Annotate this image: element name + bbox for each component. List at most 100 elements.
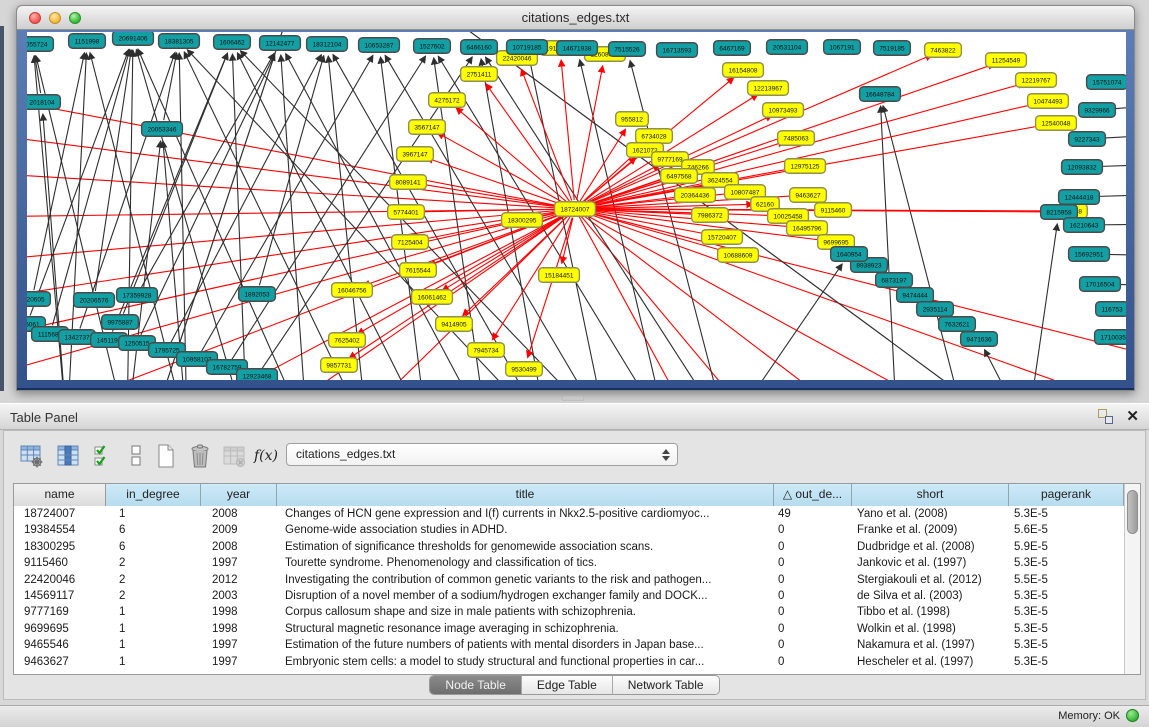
graph-node[interactable]: 1151998	[69, 34, 106, 49]
graph-node[interactable]: 16713593	[657, 43, 698, 58]
graph-node[interactable]: 1892053	[239, 287, 276, 302]
graph-node[interactable]: 7625402	[329, 333, 366, 348]
window-titlebar[interactable]: citations_edges.txt	[17, 6, 1134, 30]
graph-node[interactable]: 10719185	[507, 40, 548, 55]
graph-node[interactable]: 7515526	[609, 42, 646, 57]
memory-status[interactable]: Memory: OK	[1058, 709, 1139, 722]
table-row[interactable]: 1938455462009Genome-wide association stu…	[14, 522, 1124, 538]
graph-node[interactable]: 1640954	[831, 247, 868, 262]
graph-node[interactable]: 6497568	[661, 169, 698, 184]
graph-node[interactable]: 12213967	[748, 81, 789, 96]
table-row[interactable]: 2242004622012Investigating the contribut…	[14, 572, 1124, 588]
graph-node[interactable]: 6734028	[636, 129, 673, 144]
graph-node[interactable]: 116753	[1096, 302, 1126, 317]
tab-network-table[interactable]: Network Table	[613, 676, 719, 694]
graph-node[interactable]: 9414905	[436, 317, 473, 332]
graph-node[interactable]: 20531104	[767, 40, 808, 55]
column-header-in_degree[interactable]: in_degree	[106, 484, 201, 506]
graph-node[interactable]: 16061462	[412, 290, 453, 305]
close-panel-icon[interactable]: ✕	[1126, 408, 1139, 425]
graph-node[interactable]: 6466160	[461, 40, 498, 55]
graph-node[interactable]: 18381305	[159, 34, 200, 49]
graph-node[interactable]: 5774401	[388, 205, 425, 220]
column-header-title[interactable]: title	[277, 484, 774, 506]
graph-node[interactable]: 12975125	[785, 159, 826, 174]
graph-node[interactable]: 9115460	[815, 203, 852, 218]
graph-node[interactable]: 9227343	[1069, 132, 1106, 147]
graph-node[interactable]: 10688609	[718, 248, 759, 263]
graph-node[interactable]: 11254549	[986, 53, 1027, 68]
graph-node[interactable]: 15720407	[702, 230, 743, 245]
graph-node[interactable]: 2935114	[917, 302, 954, 317]
graph-node[interactable]: 16495796	[787, 221, 828, 236]
graph-node[interactable]: 6467169	[714, 41, 751, 56]
graph-node[interactable]: 2018104	[27, 95, 60, 110]
minimize-window-button[interactable]	[49, 12, 61, 24]
graph-node[interactable]: 7945734	[468, 343, 505, 358]
graph-node[interactable]: 1606462	[214, 35, 251, 50]
graph-node[interactable]: 3967147	[397, 147, 434, 162]
graph-node[interactable]: 16648784	[860, 87, 901, 102]
graph-node[interactable]: 16046756	[332, 283, 373, 298]
graph-node[interactable]: 7485063	[778, 131, 815, 146]
column-header-pagerank[interactable]: pagerank	[1009, 484, 1124, 506]
graph-node[interactable]: 7615544	[400, 263, 437, 278]
graph-node[interactable]: 9530499	[506, 362, 543, 377]
float-panel-icon[interactable]	[1097, 408, 1114, 425]
graph-node[interactable]: 12540048	[1036, 116, 1077, 131]
graph-node[interactable]: 12219767	[1016, 73, 1057, 88]
graph-node[interactable]: 7986372	[692, 208, 729, 223]
graph-node[interactable]: 4275172	[429, 93, 466, 108]
graph-node[interactable]: 1067191	[824, 40, 861, 55]
graph-node[interactable]: 7463822	[925, 43, 962, 58]
graph-node[interactable]: 12923468	[237, 369, 278, 380]
network-canvas[interactable]: 1872400722608048191818142242004627514114…	[27, 32, 1126, 380]
graph-node[interactable]: 9463627	[790, 188, 827, 203]
graph-node[interactable]: 3567147	[409, 120, 446, 135]
tab-node-table[interactable]: Node Table	[430, 676, 522, 694]
table-settings-button[interactable]	[18, 441, 46, 471]
graph-node[interactable]: 10474493	[1028, 94, 1069, 109]
graph-node[interactable]: 15751074	[1087, 75, 1126, 90]
row-height-button[interactable]	[122, 441, 150, 471]
table-row[interactable]: 1456911722003Disruption of a novel membe…	[14, 588, 1124, 604]
column-header-short[interactable]: short	[852, 484, 1009, 506]
graph-node[interactable]: 7125404	[392, 235, 429, 250]
graph-node[interactable]: 20364436	[675, 188, 716, 203]
delete-column-button[interactable]	[186, 441, 214, 471]
column-header-out_de[interactable]: △ out_de...	[774, 484, 852, 506]
graph-node[interactable]: 12093832	[1062, 160, 1103, 175]
network-graph[interactable]: 1872400722608048191818142242004627514114…	[27, 32, 1126, 380]
zoom-window-button[interactable]	[69, 12, 81, 24]
graph-node[interactable]: 2751411	[461, 67, 498, 82]
graph-node[interactable]: 9975887	[102, 315, 139, 330]
table-row[interactable]: 911546021997Tourette syndrome. Phenomeno…	[14, 555, 1124, 571]
graph-node[interactable]: 10973493	[763, 103, 804, 118]
graph-node[interactable]: 16210643	[1064, 218, 1105, 233]
show-columns-button[interactable]	[54, 441, 82, 471]
graph-node[interactable]: 18312104	[307, 37, 348, 52]
table-row[interactable]: 946362711997Embryonic stem cells: a mode…	[14, 654, 1124, 670]
graph-node[interactable]: 7519185	[874, 41, 911, 56]
graph-node[interactable]: 9471636	[961, 332, 998, 347]
graph-node[interactable]: 7632621	[939, 317, 976, 332]
graph-node[interactable]: 8089141	[390, 175, 427, 190]
graph-node[interactable]: 6873197	[876, 273, 913, 288]
graph-node[interactable]: 1342737	[59, 330, 96, 345]
graph-node[interactable]: 15184451	[539, 268, 580, 283]
graph-node[interactable]: 17359928	[117, 288, 158, 303]
graph-node[interactable]: 17100354	[1095, 330, 1126, 345]
tab-edge-table[interactable]: Edge Table	[522, 676, 613, 694]
panel-splitter-handle[interactable]	[562, 396, 584, 401]
table-source-select[interactable]: citations_edges.txt	[286, 443, 678, 466]
graph-node[interactable]: 10653287	[359, 38, 400, 53]
graph-node[interactable]: 20691406	[113, 32, 154, 45]
function-builder-button[interactable]: f(x)	[252, 441, 280, 471]
graph-node[interactable]: 9474444	[897, 288, 934, 303]
graph-node[interactable]: 12142477	[260, 36, 301, 51]
graph-node[interactable]: 17016504	[1080, 277, 1121, 292]
graph-node[interactable]: 20053346	[142, 122, 183, 137]
table-row[interactable]: 1872400712008Changes of HCN gene express…	[14, 506, 1124, 522]
select-columns-button[interactable]	[90, 441, 118, 471]
scrollbar-thumb[interactable]	[1127, 490, 1138, 534]
